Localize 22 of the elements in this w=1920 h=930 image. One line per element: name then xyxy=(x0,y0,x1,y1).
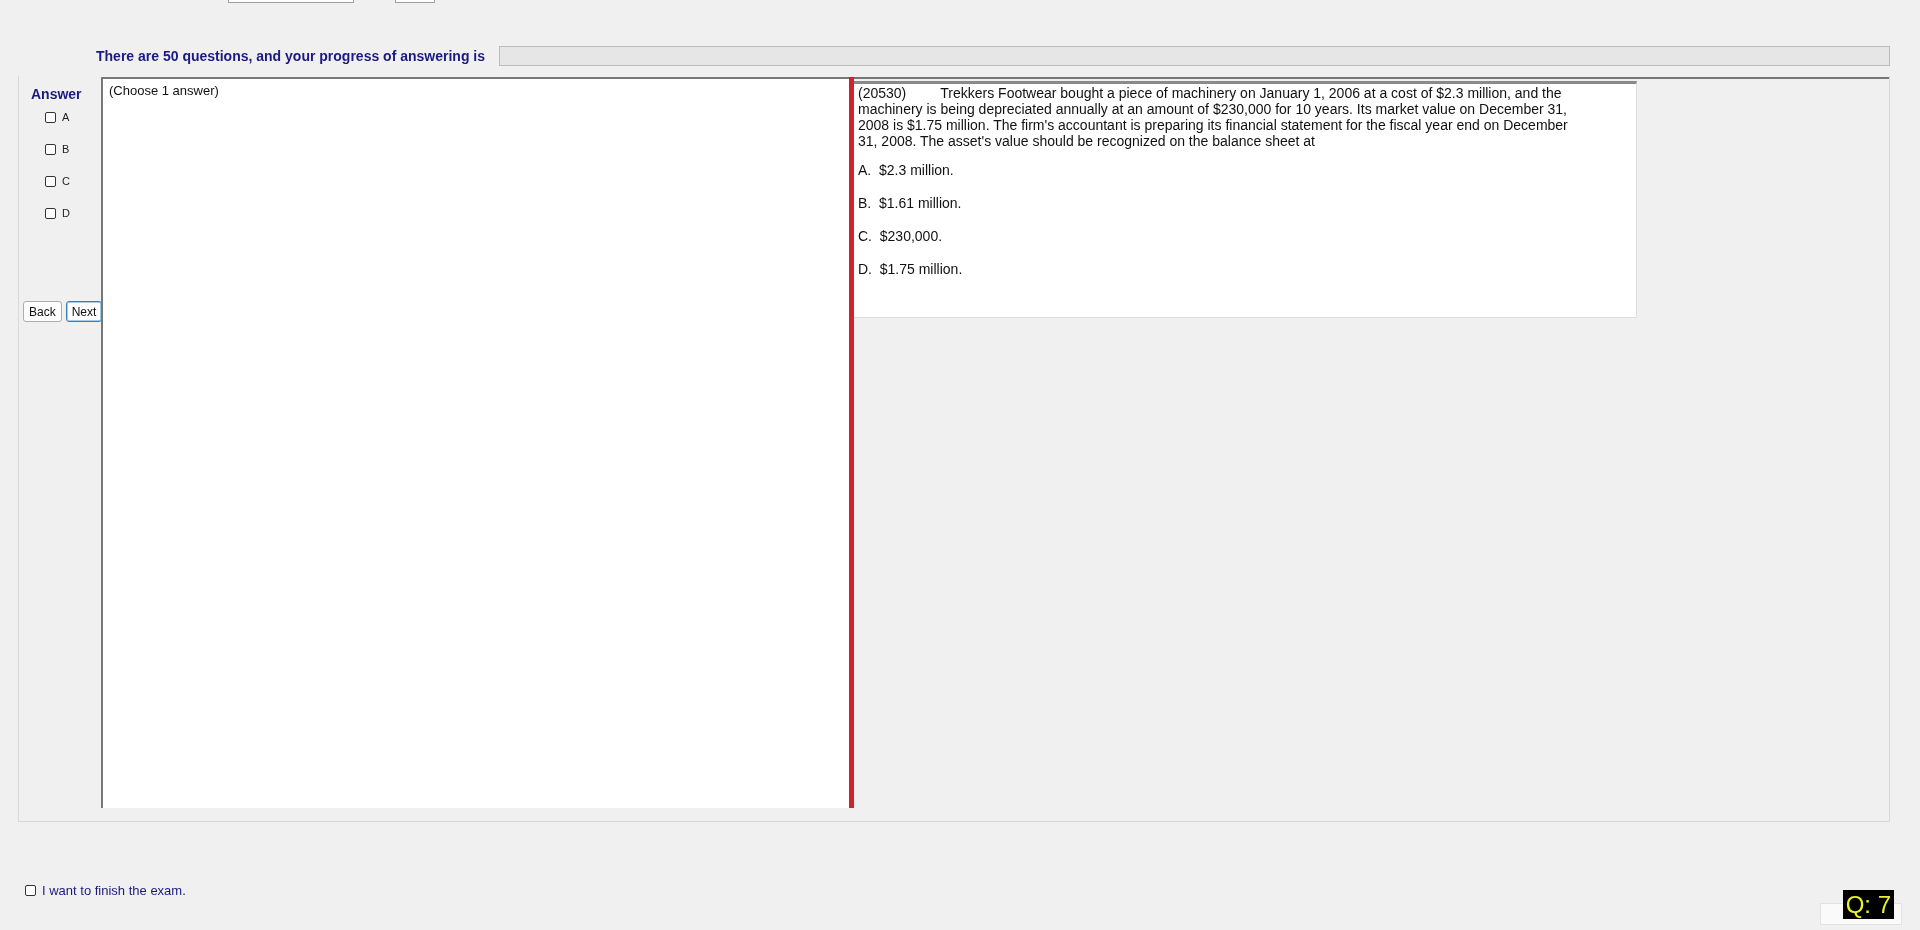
option-label: A xyxy=(62,111,70,123)
finish-label: I want to finish the exam. xyxy=(42,883,186,898)
choice-text: A. $2.3 million. xyxy=(858,162,955,178)
back-button[interactable]: Back xyxy=(23,301,62,322)
checkbox[interactable] xyxy=(45,143,56,155)
question-counter: Q: 7 xyxy=(1842,890,1894,919)
question-text: (20530) Trekkers Footwear bought a piece of machinery on January 1, 2006 at a cost of $2.3 million, and the machinery is being depreciated annually at an amount of $230,000 for 10 years. Its market value on December 31, 2008 is $1.75 million. The firm's accountant is preparing its financial statement for the fiscal year end on December 31, 2008. The asset's value should be recognized on the balance sheet at xyxy=(858,85,1569,149)
answer-heading: Answer xyxy=(31,86,83,102)
choice-text: C. $230,000. xyxy=(858,228,944,244)
option-label: C xyxy=(62,175,70,187)
choice-text: D. $1.75 million. xyxy=(858,261,964,277)
checkbox[interactable] xyxy=(45,175,56,187)
option-label: D xyxy=(62,207,70,219)
instruction-text: (Choose 1 answer) xyxy=(109,83,219,98)
checkbox[interactable] xyxy=(25,885,36,896)
checkbox[interactable] xyxy=(45,111,56,123)
checkbox[interactable] xyxy=(45,207,56,219)
option-label: B xyxy=(62,143,70,155)
progress-label: There are 50 questions, and your progress of answering is xyxy=(96,48,485,64)
choice-text: B. $1.61 million. xyxy=(858,195,963,211)
next-button[interactable]: Next xyxy=(65,301,103,322)
splitter-handle[interactable] xyxy=(849,77,854,808)
